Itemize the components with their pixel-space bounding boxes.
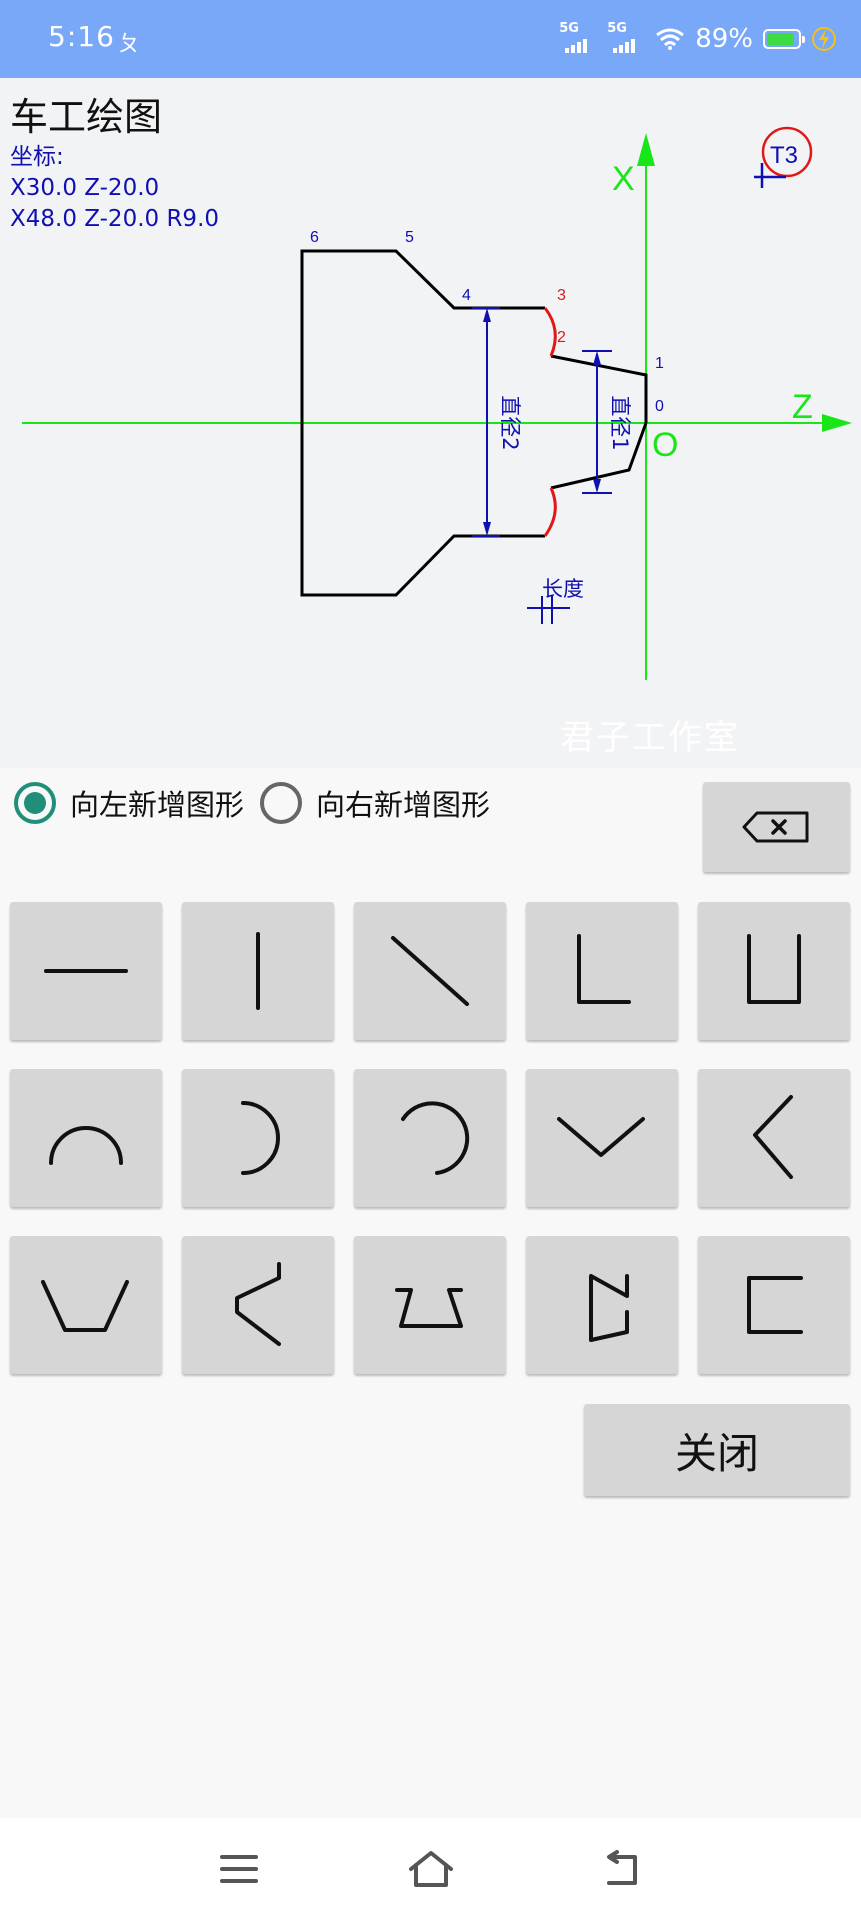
shape-button-trapezoid-down[interactable] <box>10 1236 162 1374</box>
point-label-4: 4 <box>462 287 471 304</box>
trapezoid-down-icon <box>41 1280 129 1332</box>
status-time: 5:16 <box>48 20 115 53</box>
part-drawing: X Z O T3 0 1 2 3 4 5 6 直径2 直径1 长度 <box>22 126 852 680</box>
shape-button-vertical-line[interactable] <box>182 902 334 1040</box>
point-label-3: 3 <box>557 287 566 304</box>
radio-unchecked-icon[interactable] <box>260 782 303 824</box>
shape-button-l-corner[interactable] <box>526 902 678 1040</box>
bracket-open-icon <box>747 1276 803 1334</box>
shape-button-v-shape[interactable] <box>526 1069 678 1207</box>
dim-diameter2-arrow-bottom <box>483 522 491 536</box>
watermark: 君子工作室 <box>560 718 740 758</box>
close-button-label: 关闭 <box>674 1428 759 1478</box>
drawing-canvas[interactable]: 车工绘图 坐标: X30.0 Z-20.0 X48.0 Z-20.0 R9.0 … <box>0 78 861 768</box>
backspace-icon <box>742 811 808 843</box>
arc-highlight-upper <box>543 307 557 357</box>
point-label-1: 1 <box>655 355 664 372</box>
point-label-6: 6 <box>310 229 319 246</box>
chevron-left-icon <box>753 1095 793 1179</box>
shape-button-bracket-angle[interactable] <box>182 1236 334 1374</box>
diagonal-line-icon <box>391 936 469 1006</box>
network-type-label: 5G <box>607 21 627 36</box>
zigzag-icon <box>589 1274 629 1342</box>
dim-diameter2-arrow-top <box>483 308 491 322</box>
shape-button-diagonal-line[interactable] <box>354 902 506 1040</box>
home-icon <box>409 1851 453 1887</box>
home-button[interactable] <box>406 1846 456 1892</box>
notification-icon: ㄆ <box>118 32 141 57</box>
l-corner-icon <box>577 934 631 1004</box>
close-button[interactable]: 关闭 <box>584 1404 850 1496</box>
battery-icon <box>763 29 805 49</box>
shape-button-zigzag[interactable] <box>526 1236 678 1374</box>
shape-button-arc-top[interactable] <box>10 1069 162 1207</box>
arc-lower <box>543 487 557 537</box>
wifi-icon <box>656 28 685 50</box>
z-axis-label: Z <box>792 388 813 426</box>
battery-percent: 89% <box>695 24 753 54</box>
charging-bolt-icon <box>812 27 836 51</box>
radio-checked-icon[interactable] <box>14 782 56 824</box>
v-shape-icon <box>557 1117 645 1157</box>
status-bar: 5:16 ㄆ 5G 5G 89% <box>0 0 861 78</box>
vertical-line-icon <box>256 932 260 1010</box>
radio-add-right[interactable]: 向右新增图形 <box>260 782 490 824</box>
radio-add-left-label: 向左新增图形 <box>70 788 245 822</box>
shape-button-arc-right-hook[interactable] <box>354 1069 506 1207</box>
origin-label: O <box>652 426 678 464</box>
backspace-button[interactable] <box>703 782 850 872</box>
shape-button-chevron-left[interactable] <box>698 1069 850 1207</box>
signal-5g-icon: 5G <box>607 21 645 57</box>
back-button[interactable] <box>598 1846 648 1892</box>
signal-5g-icon: 5G <box>559 21 597 57</box>
x-axis-arrow <box>637 133 655 166</box>
arc-right-hook-icon <box>401 1101 470 1175</box>
dim-diameter1-label: 直径1 <box>608 395 632 450</box>
arc-top-icon <box>49 1126 123 1165</box>
network-type-label: 5G <box>559 21 579 36</box>
x-axis-label: X <box>612 160 635 198</box>
radio-add-left[interactable]: 向左新增图形 <box>14 782 244 824</box>
shape-button-u-shape[interactable] <box>698 902 850 1040</box>
bracket-angle-icon <box>235 1262 281 1346</box>
dim-length-label: 长度 <box>542 577 584 601</box>
tool-label: T3 <box>770 142 798 169</box>
back-icon <box>607 1850 637 1885</box>
z-axis-arrow <box>822 414 852 432</box>
shape-button-arc-right[interactable] <box>182 1069 334 1207</box>
arc-right-icon <box>241 1101 280 1175</box>
point-label-2: 2 <box>557 329 566 346</box>
point-label-0: 0 <box>655 398 664 415</box>
point-label-5: 5 <box>405 229 414 246</box>
dim-diameter1-arrow-bottom <box>593 479 601 493</box>
radio-add-right-label: 向右新增图形 <box>316 788 491 822</box>
navigation-bar <box>0 1818 861 1920</box>
shape-button-trapezoid-up[interactable] <box>354 1236 506 1374</box>
status-icons: 5G 5G 89% <box>559 18 837 60</box>
trapezoid-up-icon <box>395 1288 463 1328</box>
menu-button[interactable] <box>214 1846 264 1892</box>
dim-diameter1-arrow-top <box>593 351 601 365</box>
horizontal-line-icon <box>44 969 128 973</box>
menu-icon <box>220 1855 258 1883</box>
shape-button-bracket-open[interactable] <box>698 1236 850 1374</box>
u-shape-icon <box>747 934 801 1004</box>
shape-button-horizontal-line[interactable] <box>10 902 162 1040</box>
dim-diameter2-label: 直径2 <box>498 395 522 450</box>
direction-options: 向左新增图形 向右新增图形 <box>14 782 506 824</box>
